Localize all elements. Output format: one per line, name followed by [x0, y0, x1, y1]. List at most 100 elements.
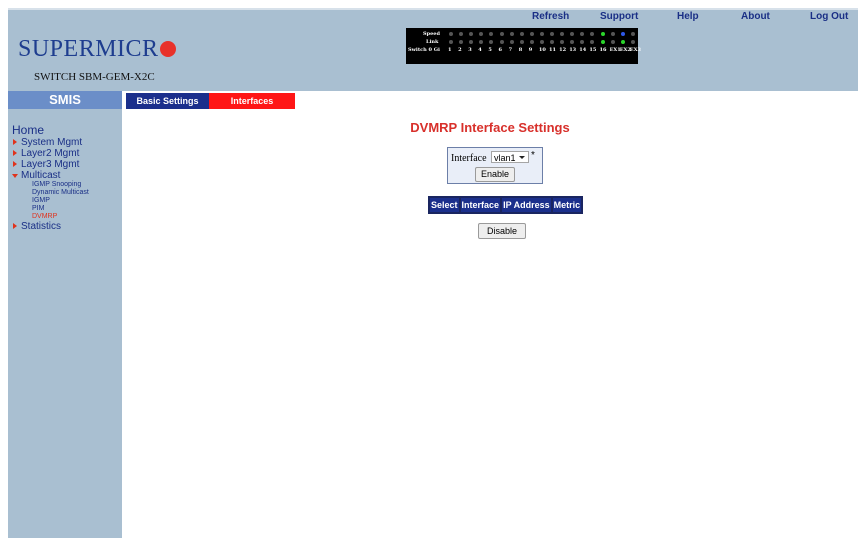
- port-number-label: 8: [518, 47, 523, 53]
- arrow-down-icon: [12, 174, 18, 178]
- link-led-10: [539, 40, 544, 44]
- speed-led-14: [580, 32, 585, 36]
- speed-led-10: [539, 32, 544, 36]
- refresh-link[interactable]: Refresh: [532, 11, 569, 22]
- link-led-4: [479, 40, 484, 44]
- arrow-right-icon: [13, 223, 17, 229]
- tab-interfaces[interactable]: Interfaces: [209, 93, 295, 109]
- smis-title: SMIS: [8, 91, 122, 109]
- logo: SUPERMICR: [18, 36, 176, 63]
- sidebar-subitem-igmp-snooping[interactable]: IGMP Snooping: [12, 181, 89, 189]
- link-led-EX2: [620, 40, 625, 44]
- port-number-label: 4: [478, 47, 482, 53]
- arrow-right-icon: [13, 161, 17, 167]
- sidebar-item-layer3-mgmt[interactable]: Layer3 Mgmt: [12, 159, 89, 170]
- sidebar-item-system-mgmt[interactable]: System Mgmt: [12, 137, 89, 148]
- link-led-16: [600, 40, 605, 44]
- port-number-label: 5: [488, 47, 492, 53]
- link-led-2: [459, 40, 464, 44]
- link-label: Link: [426, 39, 439, 45]
- speed-led-EX2: [620, 32, 625, 36]
- page-title: DVMRP Interface Settings: [410, 120, 570, 135]
- interface-select-value: vlan1: [494, 153, 516, 163]
- port-number-label: 13: [569, 47, 577, 53]
- speed-led-2: [459, 32, 464, 36]
- speed-led-5: [489, 32, 494, 36]
- speed-led-EX1: [610, 32, 615, 36]
- link-led-8: [519, 40, 524, 44]
- sidebar-item-layer2-mgmt[interactable]: Layer2 Mgmt: [12, 148, 89, 159]
- help-link[interactable]: Help: [677, 11, 699, 22]
- link-led-5: [489, 40, 494, 44]
- sidebar-item-label: Layer3 Mgmt: [21, 159, 80, 170]
- link-led-12: [560, 40, 565, 44]
- logout-link[interactable]: Log Out: [810, 11, 848, 22]
- sidebar-item-label: Layer2 Mgmt: [21, 148, 80, 159]
- link-led-7: [509, 40, 514, 44]
- speed-led-6: [499, 32, 504, 36]
- speed-led-EX3: [630, 32, 635, 36]
- main-content: DVMRP Interface Settings Interface vlan1…: [122, 109, 858, 538]
- port-number-label: 16: [599, 47, 607, 53]
- link-led-15: [590, 40, 595, 44]
- required-mark: *: [531, 150, 535, 161]
- interface-select[interactable]: vlan1: [491, 151, 529, 163]
- tab-basic-settings[interactable]: Basic Settings: [126, 93, 209, 109]
- link-led-6: [499, 40, 504, 44]
- enable-button[interactable]: Enable: [475, 167, 515, 182]
- chevron-down-icon: [519, 156, 525, 159]
- port-number-label: EX3: [629, 47, 641, 53]
- speed-label: Speed: [423, 31, 440, 37]
- sidebar-nav: Home System Mgmt Layer2 Mgmt Layer3 Mgmt…: [12, 123, 89, 232]
- sidebar-subitem-dvmrp[interactable]: DVMRP: [12, 213, 89, 221]
- link-led-1: [449, 40, 453, 44]
- header-bar: SUPERMICR SWITCH SBM-GEM-X2C Refresh Sup…: [8, 8, 858, 91]
- arrow-right-icon: [13, 150, 17, 156]
- port-status-panel: Speed Link Switch 0 Gi 1 2 3 4 5 6 7 8 9 10 11 12 13…: [406, 28, 641, 64]
- port-number-label: 1: [448, 47, 452, 53]
- speed-led-8: [519, 32, 524, 36]
- switch-label: Switch 0 Gi: [408, 47, 440, 53]
- about-link[interactable]: About: [741, 11, 770, 22]
- speed-led-11: [550, 32, 554, 36]
- speed-led-12: [560, 32, 565, 36]
- column-header-interface: Interface: [460, 198, 501, 212]
- sidebar-item-label: System Mgmt: [21, 137, 83, 148]
- port-number-label: 14: [579, 47, 587, 53]
- logo-text: SUPERMICR: [18, 36, 159, 62]
- port-number-label: 10: [538, 47, 546, 53]
- link-led-3: [469, 40, 474, 44]
- speed-led-13: [570, 32, 575, 36]
- disable-button[interactable]: Disable: [478, 223, 526, 239]
- port-number-label: 11: [549, 47, 556, 53]
- logo-o-icon: [159, 41, 176, 57]
- speed-led-7: [509, 32, 514, 36]
- top-links: Refresh Support Help About Log Out: [8, 11, 858, 25]
- speed-led-1: [449, 32, 453, 36]
- sidebar-item-label: Multicast: [21, 170, 61, 181]
- sidebar-subitem-igmp[interactable]: IGMP: [12, 197, 89, 205]
- switch-model: SWITCH SBM-GEM-X2C: [34, 71, 155, 83]
- speed-led-16: [600, 32, 605, 36]
- link-led-13: [570, 40, 575, 44]
- sidebar-item-home[interactable]: Home: [12, 123, 89, 137]
- link-led-EX1: [610, 40, 615, 44]
- arrow-right-icon: [13, 139, 17, 145]
- sidebar-subitem-pim[interactable]: PIM: [12, 205, 89, 213]
- port-number-label: 9: [528, 47, 533, 53]
- interface-table-header: Select Interface IP Address Metric: [428, 196, 584, 214]
- interface-label: Interface: [451, 153, 487, 164]
- column-header-select: Select: [430, 198, 459, 212]
- port-number-label: 6: [498, 47, 502, 53]
- support-link[interactable]: Support: [600, 11, 638, 22]
- sidebar-item-label: Statistics: [21, 221, 62, 232]
- port-number-label: 3: [468, 47, 472, 53]
- speed-led-3: [469, 32, 474, 36]
- sidebar-item-multicast[interactable]: Multicast: [12, 170, 89, 181]
- port-number-label: 2: [458, 47, 462, 53]
- port-number-label: 12: [559, 47, 567, 53]
- sidebar-subitem-dynamic-multicast[interactable]: Dynamic Multicast: [12, 189, 89, 197]
- column-header-ip-address: IP Address: [502, 198, 551, 212]
- port-number-label: 7: [508, 47, 513, 53]
- sidebar-item-statistics[interactable]: Statistics: [12, 221, 89, 232]
